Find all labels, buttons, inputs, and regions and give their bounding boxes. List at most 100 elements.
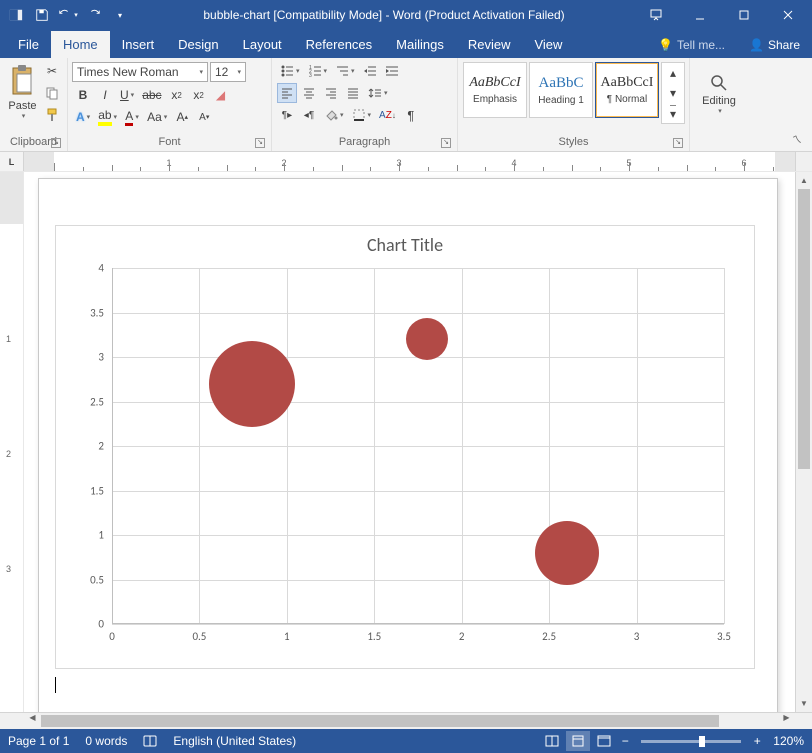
- zoom-in-button[interactable]: +: [749, 734, 765, 748]
- status-language[interactable]: English (United States): [173, 734, 296, 748]
- status-word-count[interactable]: 0 words: [85, 734, 127, 748]
- horizontal-ruler[interactable]: 123456: [24, 152, 795, 171]
- shading-button[interactable]: ▾: [321, 105, 347, 125]
- scroll-left-arrow[interactable]: ◀: [24, 713, 41, 722]
- web-layout-button[interactable]: [592, 731, 616, 751]
- borders-button[interactable]: ▾: [349, 105, 375, 125]
- tab-selector[interactable]: L: [0, 152, 24, 171]
- ltr-direction-button[interactable]: ¶▸: [277, 105, 297, 125]
- editing-label: Editing: [702, 95, 736, 107]
- tab-design[interactable]: Design: [166, 31, 230, 58]
- minimize-button[interactable]: [680, 3, 720, 27]
- scroll-thumb[interactable]: [798, 189, 810, 469]
- share-button[interactable]: 👤Share: [737, 32, 812, 58]
- bold-button[interactable]: B: [73, 85, 93, 105]
- qat-customize[interactable]: ▾: [108, 3, 132, 27]
- text-effects-button[interactable]: A▾: [73, 107, 93, 127]
- copy-button[interactable]: [42, 83, 62, 103]
- editing-button[interactable]: Editing ▾: [695, 61, 743, 127]
- style-normal[interactable]: AaBbCcI ¶ Normal: [595, 62, 659, 118]
- show-marks-button[interactable]: ¶: [401, 105, 421, 125]
- status-page[interactable]: Page 1 of 1: [8, 734, 69, 748]
- align-center-button[interactable]: [299, 83, 319, 103]
- subscript-button[interactable]: x2: [167, 85, 187, 105]
- highlight-button[interactable]: ab▾: [95, 107, 120, 127]
- share-icon: 👤: [749, 38, 764, 52]
- tab-mailings[interactable]: Mailings: [384, 31, 456, 58]
- shrink-font-button[interactable]: A▾: [194, 107, 214, 127]
- scroll-up-arrow[interactable]: ▲: [796, 172, 812, 189]
- tab-file[interactable]: File: [6, 31, 51, 58]
- styles-more[interactable]: ▾: [663, 104, 683, 122]
- style-emphasis[interactable]: AaBbCcI Emphasis: [463, 62, 527, 118]
- hscroll-thumb[interactable]: [41, 715, 719, 727]
- multilevel-list-button[interactable]: ▾: [332, 61, 358, 81]
- page-viewport[interactable]: Chart Title 00.511.522.533.5400.511.522.…: [24, 172, 795, 712]
- font-size-select[interactable]: 12▾: [210, 62, 246, 82]
- increase-indent-button[interactable]: [382, 61, 402, 81]
- decrease-indent-button[interactable]: [360, 61, 380, 81]
- tab-insert[interactable]: Insert: [110, 31, 167, 58]
- tab-layout[interactable]: Layout: [231, 31, 294, 58]
- cut-button[interactable]: ✂: [42, 61, 62, 81]
- italic-button[interactable]: I: [95, 85, 115, 105]
- maximize-button[interactable]: [724, 3, 764, 27]
- align-left-button[interactable]: [277, 83, 297, 103]
- style-heading1[interactable]: AaBbC Heading 1: [529, 62, 593, 118]
- styles-launcher[interactable]: ↘: [673, 138, 683, 148]
- underline-button[interactable]: U▾: [117, 85, 137, 105]
- styles-scroll-down[interactable]: ▾: [663, 84, 683, 102]
- strikethrough-button[interactable]: abc: [139, 85, 164, 105]
- undo-button[interactable]: ▾: [56, 3, 80, 27]
- book-icon: [143, 734, 157, 748]
- close-button[interactable]: [768, 3, 808, 27]
- line-spacing-button[interactable]: ▾: [365, 83, 391, 103]
- tab-view[interactable]: View: [522, 31, 574, 58]
- chart-plot-area: 00.511.522.533.5400.511.522.533.5: [112, 268, 724, 624]
- superscript-button[interactable]: x2: [189, 85, 209, 105]
- zoom-knob[interactable]: [699, 736, 705, 747]
- save-button[interactable]: [30, 3, 54, 27]
- scroll-right-arrow[interactable]: ▶: [778, 713, 795, 722]
- zoom-slider[interactable]: [641, 740, 741, 743]
- tell-me-search[interactable]: 💡Tell me...: [646, 32, 737, 58]
- print-layout-button[interactable]: [566, 731, 590, 751]
- vertical-scrollbar[interactable]: ▲ ▼: [795, 172, 812, 712]
- chart-object[interactable]: Chart Title 00.511.522.533.5400.511.522.…: [55, 225, 755, 669]
- rtl-direction-button[interactable]: ◂¶: [299, 105, 319, 125]
- status-bar: Page 1 of 1 0 words English (United Stat…: [0, 729, 812, 753]
- numbering-button[interactable]: 123▾: [305, 61, 331, 81]
- clear-formatting-button[interactable]: ◢: [211, 85, 231, 105]
- tab-references[interactable]: References: [294, 31, 384, 58]
- justify-button[interactable]: [343, 83, 363, 103]
- paste-button[interactable]: Paste ▾: [5, 61, 40, 127]
- ribbon-display-options[interactable]: [636, 3, 676, 27]
- zoom-level[interactable]: 120%: [773, 734, 804, 748]
- grow-font-button[interactable]: A▴: [172, 107, 192, 127]
- change-case-button[interactable]: Aa▾: [144, 107, 170, 127]
- align-right-button[interactable]: [321, 83, 341, 103]
- status-spellcheck[interactable]: [143, 734, 157, 748]
- chart-title: Chart Title: [56, 226, 754, 260]
- scroll-down-arrow[interactable]: ▼: [796, 695, 812, 712]
- read-mode-button[interactable]: [540, 731, 564, 751]
- redo-button[interactable]: [82, 3, 106, 27]
- font-name-select[interactable]: Times New Roman▾: [72, 62, 208, 82]
- group-font: Times New Roman▾ 12▾ B I U▾ abc x2 x2 ◢ …: [68, 58, 272, 151]
- format-painter-button[interactable]: [42, 105, 62, 125]
- sort-button[interactable]: AZ↓: [376, 105, 399, 125]
- paragraph-launcher[interactable]: ↘: [441, 138, 451, 148]
- bullets-button[interactable]: ▾: [277, 61, 303, 81]
- zoom-out-button[interactable]: −: [617, 734, 633, 748]
- tab-home[interactable]: Home: [51, 31, 110, 58]
- horizontal-scrollbar[interactable]: ◀ ▶: [0, 712, 812, 729]
- clipboard-launcher[interactable]: ↘: [51, 138, 61, 148]
- collapse-ribbon-button[interactable]: ㄟ: [787, 128, 807, 148]
- font-launcher[interactable]: ↘: [255, 138, 265, 148]
- tab-review[interactable]: Review: [456, 31, 523, 58]
- indent-icon: [385, 64, 399, 78]
- styles-scroll-up[interactable]: ▴: [663, 64, 683, 82]
- vertical-ruler[interactable]: 123: [0, 172, 24, 712]
- align-right-icon: [324, 86, 338, 100]
- font-color-button[interactable]: A▾: [122, 107, 142, 127]
